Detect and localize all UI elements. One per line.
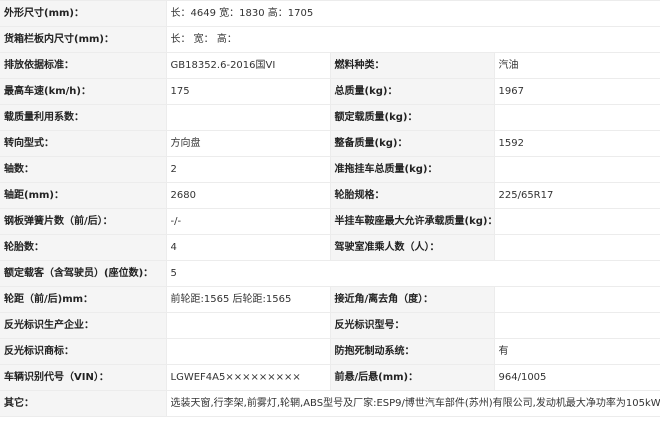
table-row: 轴数： 2 准拖挂车总质量(kg)：	[0, 156, 660, 183]
row-label: 轮胎规格：	[330, 182, 495, 209]
row-value: 有	[494, 338, 660, 365]
row-label: 前悬/后悬(mm)：	[330, 364, 495, 391]
row-label: 半挂车鞍座最大允许承载质量(kg)：	[330, 208, 495, 235]
row-value: 225/65R17	[494, 182, 660, 209]
table-row: 车辆识别代号（VIN）： LGWEF4A5××××××××× 前悬/后悬(mm)…	[0, 364, 660, 391]
row-label: 整备质量(kg)：	[330, 130, 495, 157]
row-value: 长：4649 宽：1830 高：1705	[166, 0, 660, 27]
row-label: 轮距（前/后)mm：	[0, 286, 167, 313]
row-value	[494, 156, 660, 183]
row-value: 长： 宽： 高：	[166, 26, 660, 53]
table-row: 转向型式： 方向盘 整备质量(kg)： 1592	[0, 130, 660, 157]
row-label: 燃料种类：	[330, 52, 495, 79]
table-row: 外形尺寸(mm)： 长：4649 宽：1830 高：1705	[0, 0, 660, 27]
row-value	[494, 234, 660, 261]
row-value	[166, 312, 331, 339]
row-label: 驾驶室准乘人数（人）：	[330, 234, 495, 261]
spec-table: 外形尺寸(mm)： 长：4649 宽：1830 高：1705 货箱栏板内尺寸(m…	[0, 0, 660, 417]
row-label: 轮胎数：	[0, 234, 167, 261]
row-label: 反光标识型号：	[330, 312, 495, 339]
row-value: -/-	[166, 208, 331, 235]
row-label: 准拖挂车总质量(kg)：	[330, 156, 495, 183]
row-label: 转向型式：	[0, 130, 167, 157]
table-row: 轮距（前/后)mm： 前轮距:1565 后轮距:1565 接近角/离去角（度）：	[0, 286, 660, 313]
row-value: 选装天窗,行李架,前雾灯,轮辋,ABS型号及厂家:ESP9/博世汽车部件(苏州)…	[166, 390, 660, 417]
row-value: 5	[166, 260, 660, 287]
row-label: 车辆识别代号（VIN）：	[0, 364, 167, 391]
table-row: 货箱栏板内尺寸(mm)： 长： 宽： 高：	[0, 26, 660, 53]
table-row: 载质量利用系数： 额定载质量(kg)：	[0, 104, 660, 131]
row-label: 外形尺寸(mm)：	[0, 0, 167, 27]
row-value: 175	[166, 78, 331, 105]
row-value	[494, 104, 660, 131]
row-label: 轴距(mm)：	[0, 182, 167, 209]
row-label: 排放依据标准：	[0, 52, 167, 79]
table-row: 其它： 选装天窗,行李架,前雾灯,轮辋,ABS型号及厂家:ESP9/博世汽车部件…	[0, 390, 660, 417]
row-label: 防抱死制动系统：	[330, 338, 495, 365]
table-row: 反光标识商标： 防抱死制动系统： 有	[0, 338, 660, 365]
row-value: 2680	[166, 182, 331, 209]
table-row: 钢板弹簧片数（前/后）： -/- 半挂车鞍座最大允许承载质量(kg)：	[0, 208, 660, 235]
row-value: 汽油	[494, 52, 660, 79]
table-row: 反光标识生产企业： 反光标识型号：	[0, 312, 660, 339]
row-value	[494, 286, 660, 313]
table-row: 轮胎数： 4 驾驶室准乘人数（人）：	[0, 234, 660, 261]
row-value: 2	[166, 156, 331, 183]
row-label: 钢板弹簧片数（前/后）：	[0, 208, 167, 235]
table-row: 额定载客（含驾驶员）(座位数)： 5	[0, 260, 660, 287]
table-row: 最高车速(km/h)： 175 总质量(kg)： 1967	[0, 78, 660, 105]
row-value: LGWEF4A5×××××××××	[166, 364, 331, 391]
row-label: 接近角/离去角（度）：	[330, 286, 495, 313]
row-label: 货箱栏板内尺寸(mm)：	[0, 26, 167, 53]
row-label: 载质量利用系数：	[0, 104, 167, 131]
row-value	[494, 208, 660, 235]
row-value: 1592	[494, 130, 660, 157]
table-row: 轴距(mm)： 2680 轮胎规格： 225/65R17	[0, 182, 660, 209]
row-value	[166, 104, 331, 131]
row-value: 4	[166, 234, 331, 261]
row-value: 1967	[494, 78, 660, 105]
row-value: GB18352.6-2016国VI	[166, 52, 331, 79]
row-label: 轴数：	[0, 156, 167, 183]
row-label: 反光标识生产企业：	[0, 312, 167, 339]
row-value	[494, 312, 660, 339]
row-value: 方向盘	[166, 130, 331, 157]
row-value: 前轮距:1565 后轮距:1565	[166, 286, 331, 313]
row-label: 总质量(kg)：	[330, 78, 495, 105]
row-label: 额定载质量(kg)：	[330, 104, 495, 131]
row-label: 反光标识商标：	[0, 338, 167, 365]
row-label: 其它：	[0, 390, 167, 417]
row-label: 最高车速(km/h)：	[0, 78, 167, 105]
row-label: 额定载客（含驾驶员）(座位数)：	[0, 260, 167, 287]
row-value	[166, 338, 331, 365]
row-value: 964/1005	[494, 364, 660, 391]
table-row: 排放依据标准： GB18352.6-2016国VI 燃料种类： 汽油	[0, 52, 660, 79]
